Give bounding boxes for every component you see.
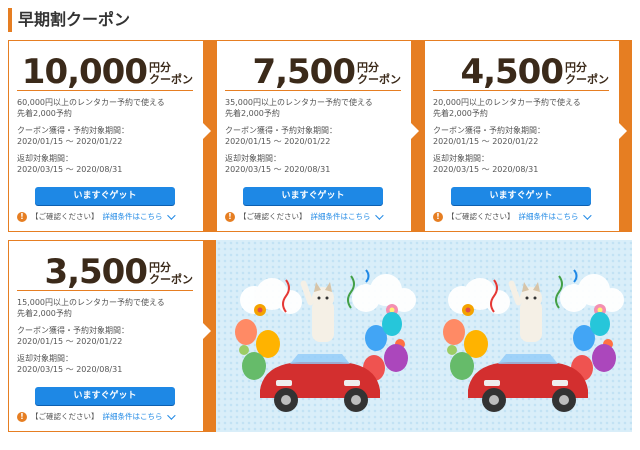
coupon-return-period: 2020/03/15 ～ 2020/08/31 — [17, 165, 123, 174]
coupon-first-come: 先着2,000予約 — [17, 109, 72, 118]
warning-icon: ! — [433, 212, 443, 222]
detail-conditions-link[interactable]: 詳細条件はこちら — [519, 211, 579, 223]
coupon-description: 35,000円以上のレンタカー予約で使える 先着2,000予約 クーポン獲得・予… — [225, 97, 401, 175]
confirm-notice: 【ご確認ください】 — [31, 412, 99, 421]
coupon-return-label: 返却対象期間： — [17, 154, 73, 163]
coupon-return-period: 2020/03/15 ～ 2020/08/31 — [17, 365, 123, 374]
coupon-unit: 円分 クーポン — [149, 62, 193, 86]
confirm-row: ! 【ご確認ください】 詳細条件はこちら — [433, 211, 592, 223]
detail-conditions-link[interactable]: 詳細条件はこちら — [311, 211, 371, 223]
confirm-row: ! 【ご確認ください】 詳細条件はこちら — [17, 411, 176, 423]
coupon-acquire-label: クーポン獲得・予約対象期間： — [17, 326, 129, 335]
coupon-unit: 円分 クーポン — [149, 262, 193, 286]
coupon-first-come: 先着2,000予約 — [433, 109, 488, 118]
coupon-description: 15,000円以上のレンタカー予約で使える 先着2,000予約 クーポン獲得・予… — [17, 297, 193, 375]
chevron-down-icon[interactable] — [582, 211, 592, 220]
celebration-car-image — [443, 269, 624, 412]
coupon-unit-label: クーポン — [149, 273, 193, 286]
chevron-down-icon[interactable] — [166, 211, 176, 220]
coupon-condition: 60,000円以上のレンタカー予約で使える — [17, 98, 165, 107]
chevron-down-icon[interactable] — [374, 211, 384, 220]
get-coupon-button[interactable]: いますぐゲット — [243, 187, 383, 205]
warning-icon: ! — [17, 212, 27, 222]
coupon-first-come: 先着2,000予約 — [17, 309, 72, 318]
coupon-card-7500: 7,500 円分 クーポン 35,000円以上のレンタカー予約で使える 先着2,… — [216, 40, 424, 232]
coupon-condition: 15,000円以上のレンタカー予約で使える — [17, 298, 165, 307]
coupon-description: 20,000円以上のレンタカー予約で使える 先着2,000予約 クーポン獲得・予… — [433, 97, 609, 175]
coupon-first-come: 先着2,000予約 — [225, 109, 280, 118]
coupon-card-10000: 10,000 円分 クーポン 60,000円以上のレンタカー予約で使える 先着2… — [8, 40, 216, 232]
section-title: 早期割クーポン — [8, 8, 130, 32]
confirm-notice: 【ご確認ください】 — [31, 212, 99, 221]
promo-illustration — [216, 240, 424, 432]
card-notch — [411, 123, 419, 139]
coupon-condition: 20,000円以上のレンタカー予約で使える — [433, 98, 581, 107]
chevron-down-icon[interactable] — [166, 411, 176, 420]
coupon-amount: 3,500 — [44, 252, 148, 292]
promo-illustration — [424, 240, 632, 432]
warning-icon: ! — [225, 212, 235, 222]
coupon-unit-label: クーポン — [357, 73, 401, 86]
coupon-card-3500: 3,500 円分 クーポン 15,000円以上のレンタカー予約で使える 先着2,… — [8, 240, 216, 432]
coupon-acquire-period: 2020/01/15 ～ 2020/01/22 — [17, 337, 123, 346]
coupon-acquire-period: 2020/01/15 ～ 2020/01/22 — [225, 137, 331, 146]
confirm-notice: 【ご確認ください】 — [447, 212, 515, 221]
coupon-card-4500: 4,500 円分 クーポン 20,000円以上のレンタカー予約で使える 先着2,… — [424, 40, 632, 232]
card-notch — [203, 323, 211, 339]
warning-icon: ! — [17, 412, 27, 422]
get-coupon-button[interactable]: いますぐゲット — [35, 187, 175, 205]
coupon-amount: 10,000 — [21, 52, 148, 92]
coupon-unit-label: クーポン — [565, 73, 609, 86]
coupon-amount-row: 4,500 円分 クーポン — [433, 49, 609, 91]
get-coupon-button[interactable]: いますぐゲット — [451, 187, 591, 205]
coupon-acquire-label: クーポン獲得・予約対象期間： — [433, 126, 545, 135]
coupon-amount-row: 10,000 円分 クーポン — [17, 49, 193, 91]
coupon-condition: 35,000円以上のレンタカー予約で使える — [225, 98, 373, 107]
card-notch — [619, 123, 627, 139]
coupon-unit-label: クーポン — [149, 73, 193, 86]
confirm-notice: 【ご確認ください】 — [239, 212, 307, 221]
card-notch — [203, 123, 211, 139]
detail-conditions-link[interactable]: 詳細条件はこちら — [103, 211, 163, 223]
coupon-acquire-period: 2020/01/15 ～ 2020/01/22 — [433, 137, 539, 146]
coupon-amount-row: 3,500 円分 クーポン — [17, 249, 193, 291]
coupon-acquire-label: クーポン獲得・予約対象期間： — [225, 126, 337, 135]
coupon-acquire-period: 2020/01/15 ～ 2020/01/22 — [17, 137, 123, 146]
coupon-return-label: 返却対象期間： — [225, 154, 281, 163]
coupon-unit: 円分 クーポン — [565, 62, 609, 86]
get-coupon-button[interactable]: いますぐゲット — [35, 387, 175, 405]
detail-conditions-link[interactable]: 詳細条件はこちら — [103, 411, 163, 423]
coupon-description: 60,000円以上のレンタカー予約で使える 先着2,000予約 クーポン獲得・予… — [17, 97, 193, 175]
coupon-unit: 円分 クーポン — [357, 62, 401, 86]
confirm-row: ! 【ご確認ください】 詳細条件はこちら — [225, 211, 384, 223]
coupon-return-period: 2020/03/15 ～ 2020/08/31 — [225, 165, 331, 174]
coupon-return-label: 返却対象期間： — [17, 354, 73, 363]
coupon-return-period: 2020/03/15 ～ 2020/08/31 — [433, 165, 539, 174]
confirm-row: ! 【ご確認ください】 詳細条件はこちら — [17, 211, 176, 223]
coupon-amount: 7,500 — [252, 52, 356, 92]
coupon-amount-row: 7,500 円分 クーポン — [225, 49, 401, 91]
coupon-acquire-label: クーポン獲得・予約対象期間： — [17, 126, 129, 135]
coupon-amount: 4,500 — [460, 52, 564, 92]
celebration-car-image — [235, 269, 416, 412]
coupon-return-label: 返却対象期間： — [433, 154, 489, 163]
